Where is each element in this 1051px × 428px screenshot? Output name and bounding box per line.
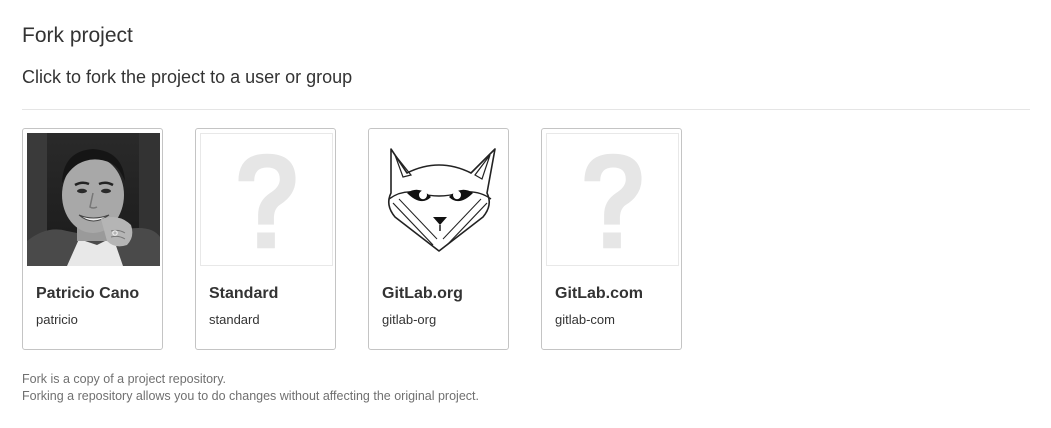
avatar (200, 133, 333, 266)
gitlab-fox-logo-icon (373, 133, 506, 266)
question-mark-icon (584, 153, 642, 249)
help-line: Fork is a copy of a project repository. (22, 372, 227, 386)
page-title: Fork project (22, 24, 133, 47)
avatar (546, 133, 679, 266)
namespace-card-standard[interactable]: Standard standard (195, 128, 336, 350)
namespace-card-gitlab-org[interactable]: GitLab.org gitlab-org (368, 128, 509, 350)
fork-help-text: Fork is a copy of a project repository. … (22, 371, 479, 405)
avatar (27, 133, 160, 266)
namespace-name: GitLab.com (555, 285, 644, 302)
namespace-path: patricio (36, 312, 78, 327)
namespace-card-patricio[interactable]: Patricio Cano patricio (22, 128, 163, 350)
namespace-name: GitLab.org (382, 285, 463, 302)
question-mark-icon (238, 153, 296, 249)
user-photo-icon (27, 133, 160, 266)
page-subtitle: Click to fork the project to a user or g… (22, 67, 353, 87)
namespace-path: gitlab-com (555, 312, 615, 327)
namespace-card-gitlab-com[interactable]: GitLab.com gitlab-com (541, 128, 682, 350)
divider (22, 109, 1030, 110)
namespace-path: gitlab-org (382, 312, 437, 327)
namespace-name: Standard (209, 285, 279, 302)
namespace-name: Patricio Cano (36, 285, 140, 302)
help-line: Forking a repository allows you to do ch… (22, 389, 479, 403)
avatar (373, 133, 506, 266)
namespace-path: standard (209, 312, 260, 327)
